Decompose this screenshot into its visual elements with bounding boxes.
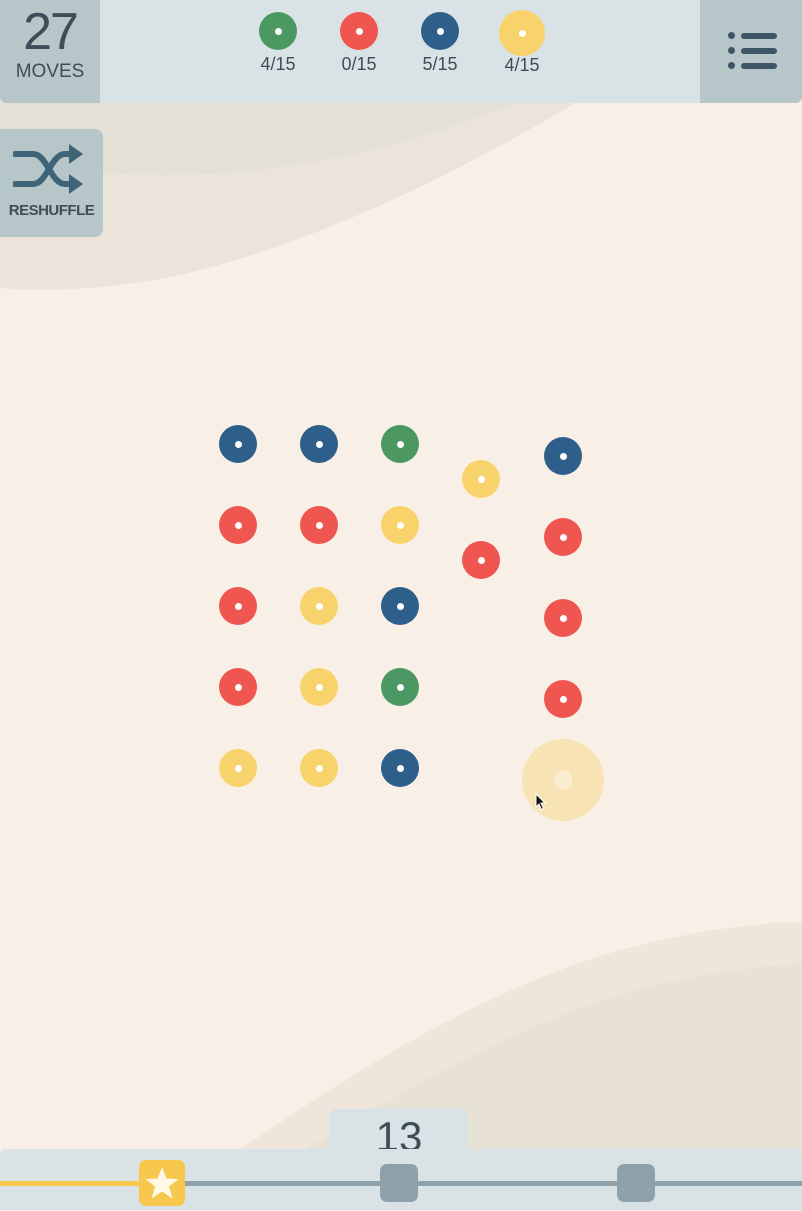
mouse-cursor [535,793,547,811]
board-dot-red[interactable] [219,587,257,625]
goal-yellow: 4/15 [487,10,557,76]
board-dot-red[interactable] [544,599,582,637]
board-dot-red[interactable] [300,506,338,544]
goal-blue: 5/15 [405,12,475,75]
goal-yellow-dot [499,10,545,56]
board-dot-blue[interactable] [300,425,338,463]
board-dot-yellow[interactable] [300,668,338,706]
board-dot-yellow[interactable] [300,749,338,787]
board-dot-blue[interactable] [381,587,419,625]
milestone-star [139,1160,185,1206]
milestone-3 [617,1164,655,1202]
milestone-2 [380,1164,418,1202]
board-dot-yellow[interactable] [554,771,572,789]
shuffle-icon [13,144,83,194]
top-bar: 27 MOVES 4/15 0/15 5/15 4/15 [0,0,802,103]
board-dot-blue[interactable] [219,425,257,463]
goal-red: 0/15 [324,12,394,75]
board-dot-yellow[interactable] [381,506,419,544]
goal-yellow-count: 4/15 [504,55,540,75]
board-dot-red[interactable] [544,680,582,718]
board-dot-green[interactable] [381,668,419,706]
goal-blue-count: 5/15 [422,54,458,74]
board-dot-red[interactable] [462,541,500,579]
game-board [0,0,802,1210]
goal-green-dot [259,12,297,50]
board-dot-blue[interactable] [381,749,419,787]
goal-blue-dot [421,12,459,50]
board-dot-green[interactable] [381,425,419,463]
goal-red-count: 0/15 [341,54,377,74]
goal-green-count: 4/15 [260,54,296,74]
board-dot-red[interactable] [219,506,257,544]
goal-red-dot [340,12,378,50]
board-dot-blue[interactable] [544,437,582,475]
board-dot-yellow[interactable] [219,749,257,787]
goal-green: 4/15 [243,12,313,75]
reshuffle-label: RESHUFFLE [8,202,95,219]
board-dot-red[interactable] [544,518,582,556]
board-dot-yellow[interactable] [462,460,500,498]
moves-counter: 27 MOVES [0,0,100,103]
reshuffle-button[interactable]: RESHUFFLE [0,129,103,237]
menu-button[interactable] [700,0,802,103]
moves-label: MOVES [15,61,85,82]
score-tab: 13 [329,1109,469,1160]
board-dot-yellow[interactable] [300,587,338,625]
board-dot-red[interactable] [219,668,257,706]
star-icon [145,1167,179,1199]
moves-count: 27 [23,3,79,61]
progress-fill [0,1181,160,1186]
